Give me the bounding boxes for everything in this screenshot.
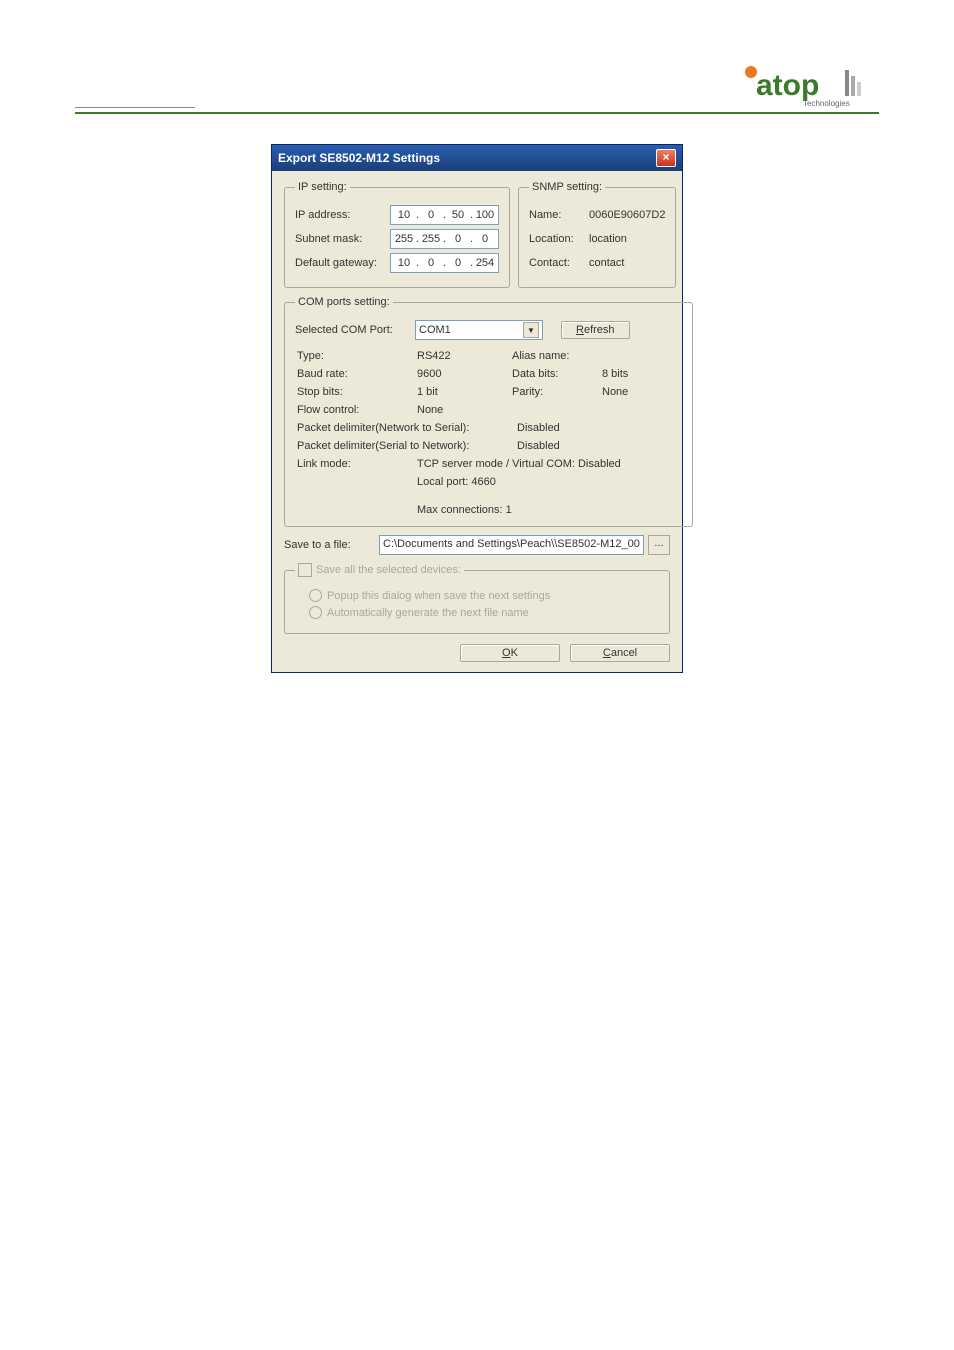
- header-title-underline: [75, 93, 195, 108]
- popup-radio-label: Popup this dialog when save the next set…: [327, 590, 550, 602]
- com-ports-legend: COM ports setting:: [295, 296, 393, 308]
- svg-text:Technologies: Technologies: [803, 99, 850, 108]
- export-settings-dialog: Export SE8502-M12 Settings × IP setting:…: [271, 144, 683, 673]
- type-label: Type:: [297, 350, 417, 362]
- close-button[interactable]: ×: [656, 149, 676, 167]
- pd-s2n-label: Packet delimiter(Serial to Network):: [297, 440, 517, 452]
- autogen-radio: [309, 606, 322, 619]
- subnet-input[interactable]: 255. 255. 0. 0: [390, 229, 499, 249]
- maxconn-value: Max connections: 1: [417, 504, 512, 516]
- snmp-contact-value: contact: [589, 257, 624, 269]
- dialog-title-bar[interactable]: Export SE8502-M12 Settings ×: [272, 145, 682, 171]
- refresh-button[interactable]: Refresh: [561, 321, 630, 339]
- alias-value: [602, 350, 682, 362]
- save-all-legend: Save all the selected devices:: [295, 563, 464, 577]
- snmp-setting-legend: SNMP setting:: [529, 181, 605, 193]
- stopbits-label: Stop bits:: [297, 386, 417, 398]
- pd-s2n-value: Disabled: [517, 440, 560, 452]
- pd-n2s-label: Packet delimiter(Network to Serial):: [297, 422, 517, 434]
- gateway-input[interactable]: 10. 0. 0. 254: [390, 253, 499, 273]
- linkmode-label: Link mode:: [297, 458, 417, 470]
- com-port-value: COM1: [419, 324, 451, 336]
- flow-value: None: [417, 404, 512, 416]
- svg-text:atop: atop: [756, 69, 819, 102]
- ip-address-input[interactable]: 10. 0. 50. 100: [390, 205, 499, 225]
- ip-setting-group: IP setting: IP address: 10. 0. 50. 100 S…: [284, 181, 510, 288]
- parity-value: None: [602, 386, 682, 398]
- popup-radio-row: Popup this dialog when save the next set…: [309, 589, 659, 602]
- save-file-input[interactable]: C:\Documents and Settings\Peach\\SE8502-…: [379, 535, 644, 555]
- close-icon: ×: [662, 150, 669, 164]
- databits-label: Data bits:: [512, 368, 602, 380]
- snmp-location-label: Location:: [529, 233, 589, 245]
- ip-setting-legend: IP setting:: [295, 181, 350, 193]
- baud-label: Baud rate:: [297, 368, 417, 380]
- ip-address-label: IP address:: [295, 209, 390, 221]
- flow-label: Flow control:: [297, 404, 417, 416]
- databits-value: 8 bits: [602, 368, 682, 380]
- atop-logo: atop Technologies: [739, 60, 879, 110]
- header-left: [75, 93, 195, 110]
- snmp-name-value: 0060E90607D2: [589, 209, 665, 221]
- save-all-checkbox: [298, 563, 312, 577]
- localport-value: Local port: 4660: [417, 476, 496, 488]
- selected-com-label: Selected COM Port:: [295, 324, 415, 336]
- linkmode-value: TCP server mode / Virtual COM: Disabled: [417, 458, 621, 470]
- dialog-title: Export SE8502-M12 Settings: [278, 151, 440, 165]
- page-header: atop Technologies: [75, 60, 879, 114]
- save-all-group: Save all the selected devices: Popup thi…: [284, 563, 670, 634]
- snmp-location-value: location: [589, 233, 627, 245]
- save-file-label: Save to a file:: [284, 539, 379, 551]
- autogen-radio-row: Automatically generate the next file nam…: [309, 606, 659, 619]
- subnet-label: Subnet mask:: [295, 233, 390, 245]
- parity-label: Parity:: [512, 386, 602, 398]
- snmp-contact-label: Contact:: [529, 257, 589, 269]
- type-value: RS422: [417, 350, 512, 362]
- baud-value: 9600: [417, 368, 512, 380]
- alias-label: Alias name:: [512, 350, 602, 362]
- gateway-label: Default gateway:: [295, 257, 390, 269]
- popup-radio: [309, 589, 322, 602]
- snmp-setting-group: SNMP setting: Name: 0060E90607D2 Locatio…: [518, 181, 676, 288]
- ellipsis-icon: ...: [654, 537, 663, 549]
- ok-button[interactable]: OK: [460, 644, 560, 662]
- autogen-radio-label: Automatically generate the next file nam…: [327, 607, 529, 619]
- snmp-name-label: Name:: [529, 209, 589, 221]
- browse-button[interactable]: ...: [648, 535, 670, 555]
- com-port-select[interactable]: COM1 ▼: [415, 320, 543, 340]
- stopbits-value: 1 bit: [417, 386, 512, 398]
- chevron-down-icon: ▼: [523, 322, 539, 338]
- cancel-button[interactable]: Cancel: [570, 644, 670, 662]
- com-ports-group: COM ports setting: Selected COM Port: CO…: [284, 296, 693, 527]
- pd-n2s-value: Disabled: [517, 422, 560, 434]
